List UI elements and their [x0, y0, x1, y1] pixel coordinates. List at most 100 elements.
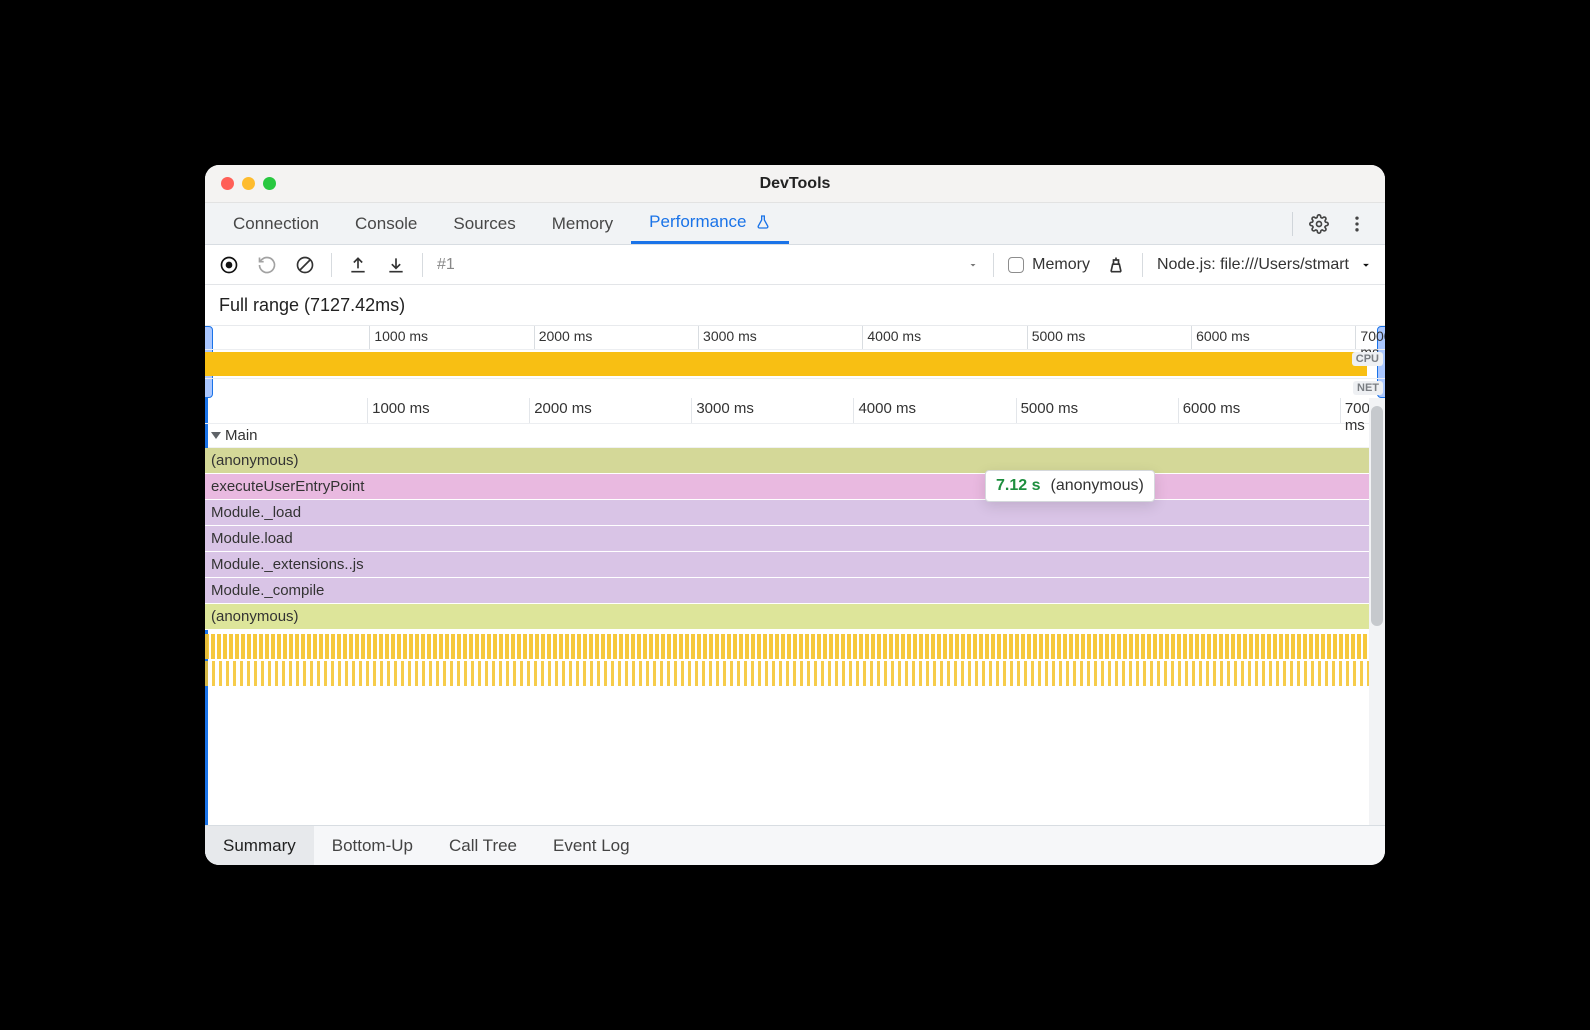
separator [331, 253, 332, 277]
tooltip-duration: 7.12 s [996, 477, 1040, 495]
tab-connection[interactable]: Connection [215, 203, 337, 244]
ruler-tick: 1000 ms [369, 326, 428, 349]
cpu-usage-bar [205, 352, 1367, 376]
net-row-label: NET [1353, 381, 1383, 395]
ruler-tick-label: 4000 ms [858, 400, 916, 417]
ruler-tick: 5000 ms [1027, 326, 1086, 349]
hover-tooltip: 7.12 s (anonymous) [985, 470, 1155, 502]
flame-bar[interactable]: executeUserEntryPoint [205, 474, 1369, 500]
tab-label: Connection [233, 214, 319, 234]
drawer-tabs: Summary Bottom-Up Call Tree Event Log [205, 825, 1385, 865]
tooltip-name: (anonymous) [1050, 477, 1143, 495]
profile-selector[interactable]: #1 [437, 256, 979, 274]
flame-ruler[interactable]: 1000 ms 2000 ms 3000 ms 4000 ms 5000 ms 6000 … [205, 398, 1369, 424]
overview-ruler[interactable]: 1000 ms2000 ms3000 ms4000 ms5000 ms6000 … [205, 326, 1385, 350]
minimize-button[interactable] [242, 177, 255, 190]
ruler-tick-label: 4000 ms [867, 328, 921, 344]
ruler-tick: 5000 ms [1016, 398, 1075, 423]
memory-label: Memory [1032, 256, 1090, 274]
close-button[interactable] [221, 177, 234, 190]
flame-chart[interactable]: 1000 ms 2000 ms 3000 ms 4000 ms 5000 ms 6000 … [205, 398, 1369, 825]
tab-call-tree[interactable]: Call Tree [431, 826, 535, 865]
ruler-tick-label: 3000 ms [703, 328, 757, 344]
flask-icon [755, 214, 771, 230]
tab-performance[interactable]: Performance [631, 203, 788, 244]
net-overview-row: NET [205, 378, 1385, 398]
cpu-overview-row: CPU [205, 350, 1385, 378]
overview-pane[interactable]: 1000 ms2000 ms3000 ms4000 ms5000 ms6000 … [205, 325, 1385, 398]
tab-label: Event Log [553, 836, 630, 856]
ruler-tick: 3000 ms [691, 398, 750, 423]
tab-label: Memory [552, 214, 613, 234]
ruler-tick: 1000 ms [367, 398, 426, 423]
target-label: Node.js: file:///Users/stmart [1157, 256, 1349, 274]
memory-toggle[interactable]: Memory [1008, 256, 1090, 274]
window-title: DevTools [205, 175, 1385, 193]
disclosure-triangle-icon [211, 432, 221, 439]
ruler-tick-label: 3000 ms [696, 400, 754, 417]
tab-label: Sources [453, 214, 515, 234]
tab-label: Bottom-Up [332, 836, 413, 856]
maximize-button[interactable] [263, 177, 276, 190]
flame-bar[interactable]: Module.load [205, 526, 1369, 552]
profile-name: #1 [437, 256, 455, 274]
tab-console[interactable]: Console [337, 203, 435, 244]
flame-bar[interactable]: Module._load [205, 500, 1369, 526]
range-label: Full range (7127.42ms) [219, 295, 405, 316]
range-label-row: Full range (7127.42ms) [205, 285, 1385, 325]
panel-tabs: Connection Console Sources Memory Perfor… [205, 203, 1385, 245]
chevron-down-icon [967, 259, 979, 271]
target-selector[interactable]: Node.js: file:///Users/stmart [1157, 256, 1373, 274]
ruler-tick: 2000 ms [529, 398, 588, 423]
ruler-tick: 4000 ms [862, 326, 921, 349]
flame-microbars [205, 630, 1369, 686]
settings-button[interactable] [1307, 212, 1331, 236]
micro-row [205, 661, 1369, 686]
tab-label: Console [355, 214, 417, 234]
separator [1292, 212, 1293, 236]
tab-bottom-up[interactable]: Bottom-Up [314, 826, 431, 865]
tabs-right [1292, 203, 1375, 244]
titlebar: DevTools [205, 165, 1385, 203]
ruler-tick-label: 6000 ms [1196, 328, 1250, 344]
ruler-tick: 7000 ms [1355, 326, 1385, 349]
tab-label: Performance [649, 212, 746, 232]
tab-label: Summary [223, 836, 296, 856]
ruler-tick-label: 5000 ms [1032, 328, 1086, 344]
tab-sources[interactable]: Sources [435, 203, 533, 244]
flame-bar[interactable]: (anonymous) [205, 604, 1369, 630]
vertical-scrollbar[interactable] [1369, 398, 1385, 825]
scrollbar-thumb[interactable] [1371, 406, 1383, 626]
micro-row [205, 634, 1369, 659]
collect-garbage-button[interactable] [1104, 253, 1128, 277]
ruler-tick-label: 1000 ms [374, 328, 428, 344]
flame-bar[interactable]: Module._compile [205, 578, 1369, 604]
ruler-tick: 6000 ms [1191, 326, 1250, 349]
ruler-tick-label: 6000 ms [1183, 400, 1241, 417]
flame-bar[interactable]: Module._extensions..js [205, 552, 1369, 578]
window-controls [205, 177, 276, 190]
reload-button[interactable] [255, 253, 279, 277]
separator [422, 253, 423, 277]
ruler-tick-label: 5000 ms [1021, 400, 1079, 417]
cpu-row-label: CPU [1352, 352, 1383, 366]
main-track-header[interactable]: Main [205, 424, 1369, 448]
main-track-label: Main [225, 427, 258, 444]
memory-checkbox[interactable] [1008, 257, 1024, 273]
separator [1142, 253, 1143, 277]
ruler-tick: 7000 ms [1340, 398, 1369, 423]
separator [993, 253, 994, 277]
tab-memory[interactable]: Memory [534, 203, 631, 244]
download-profile-button[interactable] [384, 253, 408, 277]
record-button[interactable] [217, 253, 241, 277]
flame-bar[interactable]: (anonymous) [205, 448, 1369, 474]
clear-button[interactable] [293, 253, 317, 277]
upload-profile-button[interactable] [346, 253, 370, 277]
tab-event-log[interactable]: Event Log [535, 826, 648, 865]
ruler-tick: 3000 ms [698, 326, 757, 349]
tab-summary[interactable]: Summary [205, 826, 314, 865]
ruler-tick: 4000 ms [853, 398, 912, 423]
flame-rows: (anonymous)executeUserEntryPointModule._… [205, 448, 1369, 630]
more-menu-button[interactable] [1345, 212, 1369, 236]
chevron-down-icon [1359, 258, 1373, 272]
